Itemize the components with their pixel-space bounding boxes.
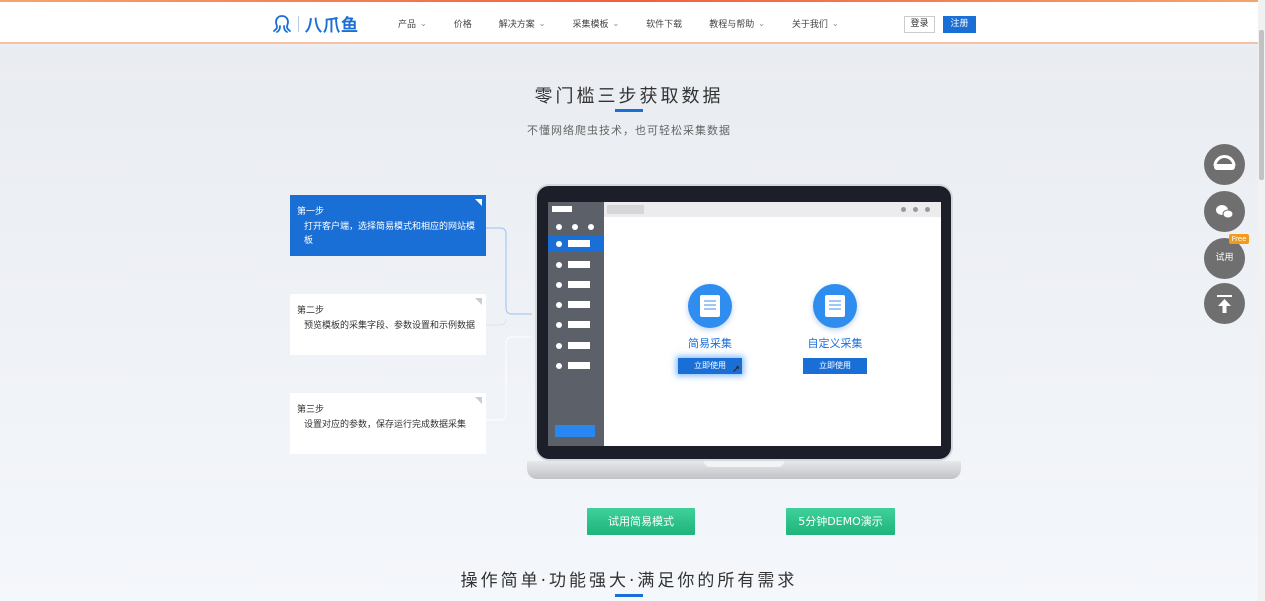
step-title: 第三步 [297, 405, 325, 415]
section-subtitle: 不懂网络爬虫技术，也可轻松采集数据 [527, 124, 731, 137]
custom-use-now-button[interactable]: 立即使用 [803, 358, 867, 374]
app-screen [604, 202, 941, 446]
sidebar-item-bar [568, 301, 590, 308]
window-dot-icon [925, 207, 930, 212]
sidebar-item-bar [568, 240, 590, 247]
sidebar-button [555, 425, 595, 437]
logo-divider [298, 15, 299, 32]
custom-mode-icon [813, 284, 857, 328]
nav-item-price[interactable]: 价格 [454, 17, 472, 30]
nav-item-download[interactable]: 软件下载 [646, 17, 682, 30]
chevron-down-icon: ⌄ [538, 19, 546, 28]
section-title: 零门槛三步获取数据 [534, 86, 724, 107]
trial-button[interactable]: 试用 [1204, 238, 1245, 279]
try-simple-mode-button[interactable]: 试用简易模式 [587, 508, 695, 535]
main-nav: 产品 ⌄ 价格 解决方案 ⌄ 采集模板 ⌄ 软件下载 教程与帮助 ⌄ 关于我们 ⌄ [398, 17, 866, 30]
title-underline [615, 109, 643, 112]
sidebar-dot-icon [556, 224, 562, 230]
customer-service-button[interactable] [1204, 144, 1245, 185]
features-title: 操作简单·功能强大·满足你的所有需求 [460, 571, 798, 591]
demo-button[interactable]: 5分钟DEMO演示 [786, 508, 895, 535]
sidebar-dot-icon [556, 322, 562, 328]
sidebar-dot-icon [556, 241, 562, 247]
sidebar-item-bar [568, 342, 590, 349]
chevron-down-icon: ⌄ [758, 19, 765, 28]
custom-mode-label: 自定义采集 [807, 337, 863, 350]
sidebar-dot-icon [556, 302, 562, 308]
step-card-2[interactable]: 第二步 预览模板的采集字段、参数设置和示例数据 [290, 294, 486, 355]
register-button[interactable]: 注册 [943, 16, 976, 33]
logo[interactable]: 八爪鱼 [272, 11, 359, 36]
sidebar-item-bar [568, 281, 590, 288]
octopus-logo-icon [273, 14, 291, 33]
mouse-cursor-icon: ➚ [732, 364, 741, 375]
headset-icon [1213, 155, 1236, 170]
sidebar-dot-icon [556, 282, 562, 288]
scrollbar-thumb[interactable] [1259, 30, 1264, 180]
features-title-underline [615, 594, 643, 597]
window-dot-icon [901, 207, 906, 212]
laptop-notch [704, 461, 784, 467]
simple-mode-icon [688, 284, 732, 328]
nav-item-product[interactable]: 产品 ⌄ [398, 17, 427, 30]
corner-marker-icon [475, 397, 482, 404]
window-dot-icon [913, 207, 918, 212]
sidebar-item-bar [568, 362, 590, 369]
login-button[interactable]: 登录 [904, 16, 935, 33]
nav-item-solutions[interactable]: 解决方案 ⌄ [499, 17, 546, 30]
step-connector-lines [486, 227, 532, 421]
step-title: 第二步 [297, 306, 325, 316]
site-header: 八爪鱼 产品 ⌄ 价格 解决方案 ⌄ 采集模板 ⌄ 软件下载 教程与帮助 ⌄ 关于我们 ⌄… [0, 2, 1258, 44]
wechat-icon [1216, 205, 1234, 219]
logo-text: 八爪鱼 [305, 16, 359, 36]
trial-label: 试用 [1215, 253, 1234, 263]
chevron-down-icon: ⌄ [612, 19, 620, 28]
wechat-button[interactable] [1204, 191, 1245, 232]
free-badge: Free [1229, 234, 1249, 244]
sidebar-header-bar [552, 206, 572, 212]
nav-item-about[interactable]: 关于我们 ⌄ [792, 17, 839, 30]
step-desc: 设置对应的参数，保存运行完成数据采集 [304, 420, 467, 430]
step-title: 第一步 [297, 207, 325, 217]
step-card-3[interactable]: 第三步 设置对应的参数，保存运行完成数据采集 [290, 393, 486, 454]
corner-marker-icon [475, 199, 482, 206]
app-titlebar [604, 202, 941, 217]
sidebar-dot-icon [556, 262, 562, 268]
sidebar-item-bar [568, 321, 590, 328]
sidebar-dot-icon [572, 224, 578, 230]
sidebar-item-bar [568, 261, 590, 268]
sidebar-dot-icon [588, 224, 594, 230]
step-desc: 预览模板的采集字段、参数设置和示例数据 [304, 321, 476, 331]
back-to-top-button[interactable] [1204, 283, 1245, 324]
sidebar-dot-icon [556, 363, 562, 369]
nav-item-help[interactable]: 教程与帮助 ⌄ [709, 17, 765, 30]
sidebar-dot-icon [556, 343, 562, 349]
chevron-down-icon: ⌄ [831, 19, 839, 28]
simple-mode-label: 简易采集 [688, 337, 732, 350]
nav-item-templates[interactable]: 采集模板 ⌄ [572, 17, 619, 30]
app-tab [607, 205, 644, 214]
corner-marker-icon [475, 298, 482, 305]
arrow-up-to-top-icon [1217, 295, 1232, 313]
step-desc: 打开客户端，选择简易模式和相应的网站模板 [304, 222, 476, 246]
step-card-1[interactable]: 第一步 打开客户端，选择简易模式和相应的网站模板 [290, 195, 486, 256]
chevron-down-icon: ⌄ [420, 19, 427, 28]
